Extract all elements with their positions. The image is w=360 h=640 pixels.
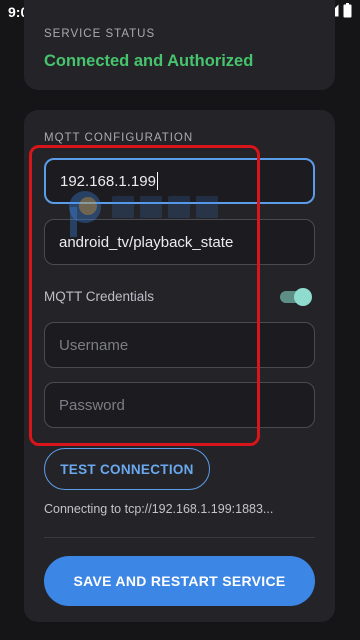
topic-input[interactable]: android_tv/playback_state — [44, 219, 315, 265]
text-cursor — [156, 172, 159, 190]
mqtt-credentials-label: MQTT Credentials — [44, 289, 155, 304]
broker-host-value: 192.168.1.199 — [60, 172, 156, 190]
service-status-label: SERVICE STATUS — [44, 28, 156, 40]
password-field[interactable]: Password — [44, 382, 315, 428]
mqtt-configuration-card: MQTT CONFIGURATION 192.168.1.199 android… — [24, 110, 335, 622]
password-placeholder: Password — [59, 396, 125, 414]
connection-status-text: Connecting to tcp://192.168.1.199:1883..… — [44, 502, 274, 516]
service-status-value: Connected and Authorized — [44, 52, 254, 70]
broker-host-input[interactable]: 192.168.1.199 — [44, 158, 315, 204]
mqtt-configuration-label: MQTT CONFIGURATION — [44, 132, 194, 144]
username-placeholder: Username — [59, 336, 129, 354]
battery-icon — [343, 3, 352, 21]
test-connection-button[interactable]: TEST CONNECTION — [44, 448, 210, 490]
save-and-restart-button[interactable]: SAVE AND RESTART SERVICE — [44, 556, 315, 606]
service-status-card: SERVICE STATUS Connected and Authorized — [24, 0, 335, 90]
topic-value: android_tv/playback_state — [59, 233, 234, 251]
username-field[interactable]: Username — [44, 322, 315, 368]
divider — [44, 537, 315, 538]
navigation-bar — [0, 628, 360, 640]
toggle-thumb — [294, 288, 312, 306]
mqtt-credentials-toggle[interactable] — [280, 288, 312, 306]
